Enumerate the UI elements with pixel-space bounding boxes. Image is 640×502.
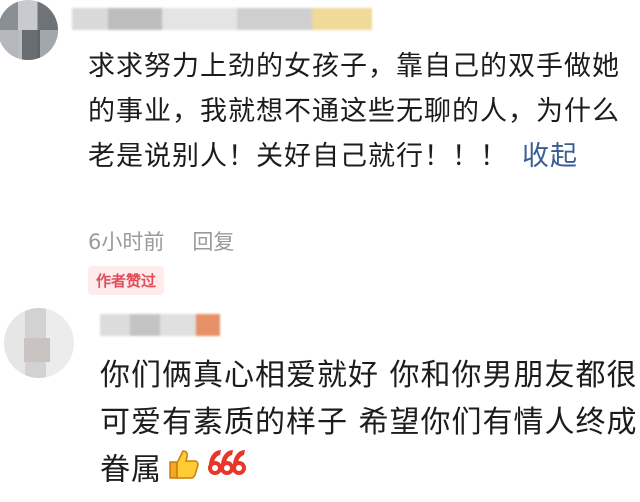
comment-timestamp: 6小时前 bbox=[88, 230, 165, 254]
comment-text: 你们俩真心相爱就好 你和你男朋友都很可爱有素质的样子 希望你们有情人终成眷属 bbox=[100, 352, 640, 496]
commenter-avatar[interactable] bbox=[4, 308, 74, 378]
reply-button[interactable]: 回复 bbox=[192, 230, 234, 254]
author-like-badge: 作者赞过 bbox=[88, 266, 165, 295]
thumbs-up-icon bbox=[166, 446, 202, 496]
666-icon bbox=[206, 446, 248, 496]
commenter-avatar[interactable] bbox=[0, 0, 58, 60]
commenter-name-blurred[interactable] bbox=[100, 314, 220, 336]
comment-meta: 6小时前 回复 bbox=[88, 226, 234, 256]
collapse-link[interactable]: 收起 bbox=[522, 141, 578, 172]
comment-text: 求求努力上劲的女孩子，靠自己的双手做她的事业，我就想不通这些无聊的人，为什么老是… bbox=[88, 44, 628, 179]
commenter-name-blurred[interactable] bbox=[72, 8, 372, 30]
